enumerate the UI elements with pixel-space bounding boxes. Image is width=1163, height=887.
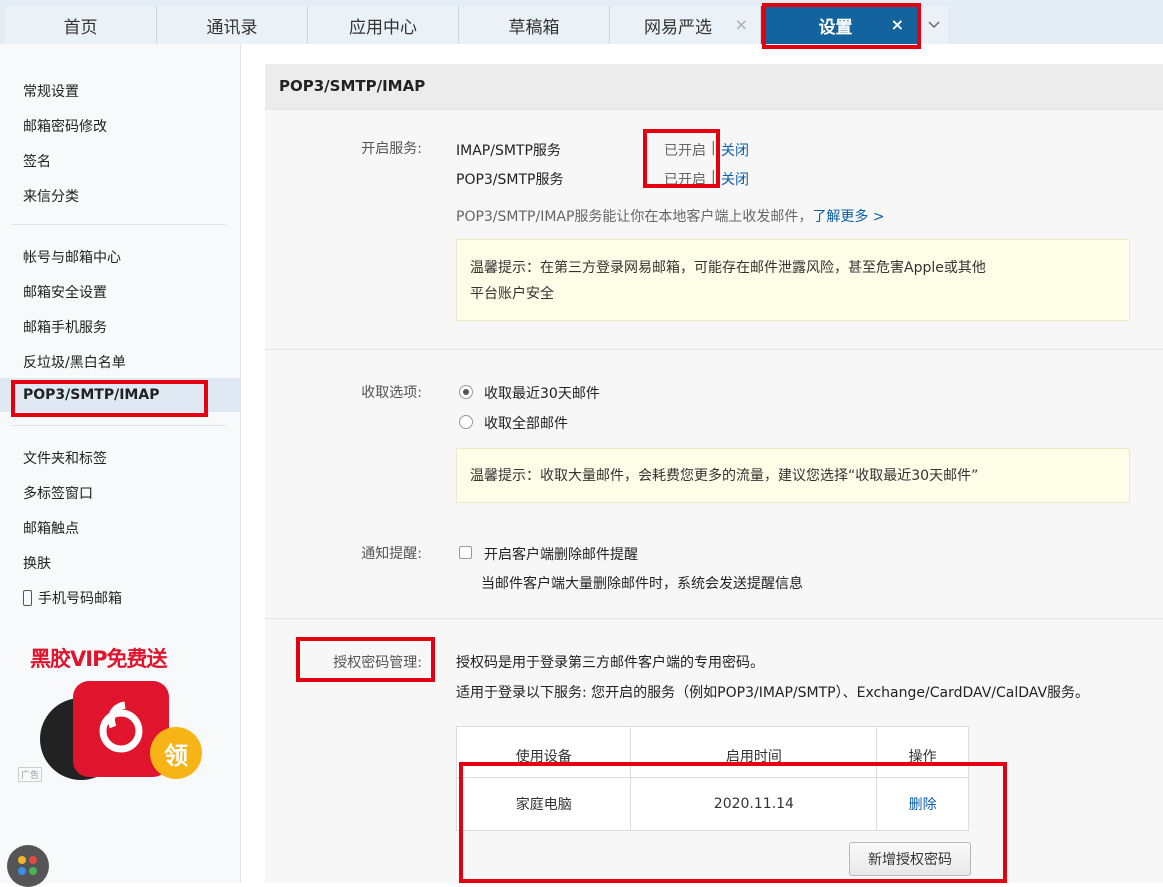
tab-app-center[interactable]: 应用中心	[308, 6, 459, 44]
receive-options-label: 收取选项:	[361, 385, 422, 401]
delete-alert-description: 当邮件客户端大量删除邮件时，系统会发送提醒信息	[481, 576, 803, 592]
radio-all-mail-label[interactable]: 收取全部邮件	[484, 413, 568, 433]
sidebar-item-account-center[interactable]: 帐号与邮箱中心	[23, 247, 121, 267]
sidebar-item-general[interactable]: 常规设置	[23, 81, 79, 101]
sidebar-item-phone-mailbox[interactable]: 手机号码邮箱	[23, 588, 122, 608]
phone-icon	[23, 590, 32, 606]
sidebar-item-pop3[interactable]: POP3/SMTP/IMAP	[23, 387, 159, 403]
close-icon[interactable]: ×	[735, 15, 748, 34]
time-cell: 2020.11.14	[630, 777, 878, 831]
tip-line: 平台账户安全	[470, 286, 554, 302]
tip-line: 温馨提示：在第三方登录网易邮箱，可能存在邮件泄露风险，甚至危害Apple或其他	[470, 260, 986, 276]
tab-settings[interactable]: 设置 ×	[761, 6, 919, 44]
tab-label: 通讯录	[206, 17, 258, 38]
tab-yanxuan[interactable]: 网易严选 ×	[610, 6, 761, 44]
sidebar-item-mail-sort[interactable]: 来信分类	[23, 186, 79, 206]
radio-recent-30-days-label[interactable]: 收取最近30天邮件	[484, 383, 600, 403]
tab-label: 应用中心	[349, 17, 417, 38]
tab-label: 网易严选	[644, 17, 712, 38]
ad-title: 黑胶VIP免费送	[30, 647, 167, 671]
divider	[11, 425, 226, 426]
ad-coin-badge: 领	[150, 727, 202, 779]
imap-close-link[interactable]: 关闭	[721, 140, 749, 160]
chevron-down-icon[interactable]	[919, 6, 948, 44]
delete-link[interactable]: 删除	[909, 797, 937, 813]
auth-code-scope: 适用于登录以下服务: 您开启的服务（例如POP3/IMAP/SMTP）、Exch…	[456, 685, 1090, 701]
divider	[265, 618, 1163, 619]
pop3-status: 已开启	[664, 172, 706, 188]
sidebar-item-password[interactable]: 邮箱密码修改	[23, 116, 107, 136]
auth-code-label: 授权密码管理:	[333, 655, 422, 671]
radio-all-mail[interactable]	[459, 415, 473, 429]
sidebar-item-label: 手机号码邮箱	[38, 591, 122, 607]
notify-label: 通知提醒:	[361, 546, 422, 562]
section-header: POP3/SMTP/IMAP	[265, 64, 1163, 110]
separator: |	[711, 140, 716, 156]
action-cell: 删除	[876, 777, 969, 831]
table-row: 家庭电脑 2020.11.14 删除	[455, 777, 969, 831]
column-header: 操作	[876, 726, 969, 778]
imap-service-name: IMAP/SMTP服务	[456, 143, 561, 159]
services-description: POP3/SMTP/IMAP服务能让你在本地客户端上收发邮件，了解更多 >	[456, 206, 885, 226]
tab-label: 设置	[818, 17, 853, 38]
tab-home[interactable]: 首页	[5, 6, 157, 44]
sidebar-item-multi-tab[interactable]: 多标签窗口	[23, 483, 93, 503]
column-header: 启用时间	[630, 726, 878, 778]
tab-contacts[interactable]: 通讯录	[157, 6, 308, 44]
tab-label: 草稿箱	[508, 17, 560, 38]
pop3-service-name: POP3/SMTP服务	[456, 172, 564, 188]
divider	[265, 349, 1163, 350]
sidebar-item-mobile-service[interactable]: 邮箱手机服务	[23, 317, 107, 337]
sidebar-item-touchpoint[interactable]: 邮箱触点	[23, 518, 79, 538]
traffic-tip: 温馨提示：收取大量邮件，会耗费您更多的流量，建议您选择“收取最近30天邮件”	[456, 448, 1130, 503]
learn-more-link[interactable]: 了解更多 >	[812, 209, 884, 225]
pop3-close-link[interactable]: 关闭	[721, 169, 749, 189]
sidebar-item-folders[interactable]: 文件夹和标签	[23, 448, 107, 468]
warning-tip: 温馨提示：在第三方登录网易邮箱，可能存在邮件泄露风险，甚至危害Apple或其他 …	[456, 239, 1130, 321]
ad-label: 广告	[18, 767, 43, 782]
divider	[11, 224, 226, 225]
sidebar-item-security[interactable]: 邮箱安全设置	[23, 282, 107, 302]
page-title: POP3/SMTP/IMAP	[279, 77, 426, 95]
imap-status: 已开启	[664, 143, 706, 159]
separator: |	[711, 169, 716, 185]
close-icon[interactable]: ×	[891, 15, 904, 34]
auth-code-table: 使用设备 启用时间 操作 家庭电脑 2020.11.14 删除	[455, 726, 969, 831]
tip-line: 温馨提示：收取大量邮件，会耗费您更多的流量，建议您选择“收取最近30天邮件”	[470, 468, 979, 484]
sidebar-item-signature[interactable]: 签名	[23, 151, 51, 171]
add-auth-code-button[interactable]: 新增授权密码	[849, 842, 971, 876]
services-description-text: POP3/SMTP/IMAP服务能让你在本地客户端上收发邮件，	[456, 209, 813, 225]
ad-banner[interactable]: 黑胶VIP免费送 领 广告	[14, 643, 224, 785]
auth-code-description: 授权码是用于登录第三方邮件客户端的专用密码。	[456, 655, 764, 671]
main-panel: POP3/SMTP/IMAP 开启服务: IMAP/SMTP服务 已开启 | 关…	[265, 64, 1163, 883]
tab-bar: 首页 通讯录 应用中心 草稿箱 网易严选 × 设置 ×	[0, 0, 1163, 44]
delete-alert-label[interactable]: 开启客户端删除邮件提醒	[484, 544, 638, 564]
tab-label: 首页	[63, 17, 98, 38]
sidebar-item-antispam[interactable]: 反垃圾/黑白名单	[23, 352, 126, 372]
apps-launcher-icon[interactable]	[7, 845, 49, 887]
delete-alert-checkbox[interactable]	[459, 546, 472, 559]
table-header-row: 使用设备 启用时间 操作	[455, 726, 969, 778]
tab-drafts[interactable]: 草稿箱	[459, 6, 610, 44]
radio-recent-30-days[interactable]	[459, 385, 473, 399]
column-header: 使用设备	[455, 726, 632, 778]
sidebar-item-skin[interactable]: 换肤	[23, 553, 51, 573]
device-cell: 家庭电脑	[455, 777, 632, 831]
services-label: 开启服务:	[361, 141, 422, 157]
